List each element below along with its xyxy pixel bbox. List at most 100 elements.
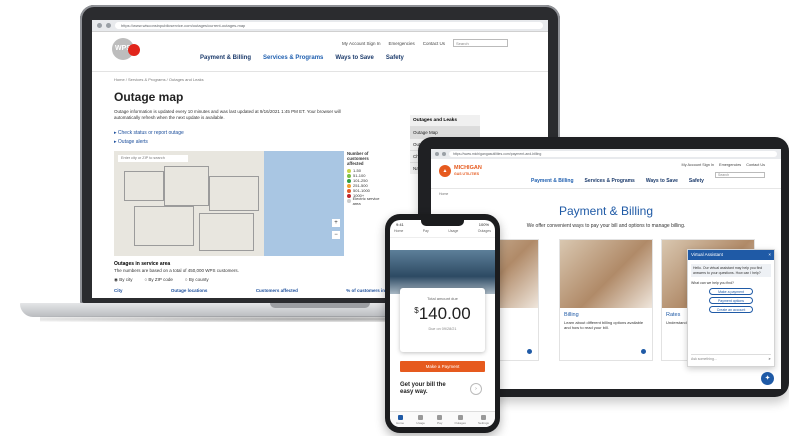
back-icon[interactable]: [435, 152, 439, 156]
nav-payment-billing[interactable]: Payment & Billing: [200, 55, 251, 61]
tablet-utility-nav: My Account Sign In Emergencies Contact U…: [682, 163, 765, 167]
arrow-icon[interactable]: ›: [470, 383, 482, 395]
page-title: Outage map: [114, 90, 184, 104]
radio-by-zip[interactable]: ○ By ZIP code: [144, 277, 172, 283]
bottom-nav-settings[interactable]: Settings: [478, 415, 489, 427]
col-outage-locations[interactable]: Outage locations: [171, 288, 208, 293]
card-image: [560, 240, 652, 308]
map-county: [134, 206, 194, 246]
account-link[interactable]: My Account Sign In: [682, 163, 715, 167]
map-county: [199, 213, 254, 251]
nav-services-programs[interactable]: Services & Programs: [263, 55, 323, 61]
contact-link[interactable]: Contact Us: [746, 163, 765, 167]
bottom-nav-label: Usage: [416, 421, 425, 425]
map-county: [124, 171, 164, 201]
address-bar[interactable]: https://www.wisconsinpublicservice.com/o…: [115, 22, 543, 29]
card-billing[interactable]: Billing Learn about different billing op…: [559, 239, 653, 361]
logo-line-2: GAS UTILITIES: [454, 172, 480, 176]
nav-payment-billing[interactable]: Payment & Billing: [531, 178, 574, 184]
radio-by-city[interactable]: ◉ By city: [114, 277, 132, 283]
card-description: Learn about different billing options av…: [564, 320, 644, 330]
close-icon[interactable]: ×: [768, 250, 771, 260]
chat-option-payment-options[interactable]: Payment options: [709, 297, 753, 304]
device-showcase: https://www.wisconsinpublicservice.com/o…: [0, 0, 789, 436]
make-payment-button[interactable]: Make a Payment: [400, 361, 485, 372]
chat-question: What can we help you find?: [691, 281, 734, 285]
nav-services-programs[interactable]: Services & Programs: [585, 178, 635, 184]
map-search-input[interactable]: Enter city or ZIP to search: [118, 155, 188, 162]
bill-promo-line-1: Get your bill the: [400, 382, 446, 388]
bottom-nav-pay[interactable]: Pay: [437, 415, 442, 427]
chat-option-make-payment[interactable]: Make a payment: [709, 288, 753, 295]
laptop-notch: [270, 303, 370, 308]
chat-bubble-icon[interactable]: ✦: [761, 372, 774, 385]
phone-screen: 9:41 100% Home Pay Usage Outages Total a…: [390, 220, 495, 427]
contact-link[interactable]: Contact Us: [423, 41, 445, 46]
breadcrumb[interactable]: Home: [439, 192, 448, 196]
zoom-in-icon[interactable]: +: [332, 219, 340, 227]
chat-input[interactable]: Ask something... ➤: [691, 354, 771, 362]
outage-map[interactable]: Enter city or ZIP to search + −: [114, 151, 344, 256]
amount-due: $140.00: [400, 304, 485, 324]
tab-pay[interactable]: Pay: [423, 229, 429, 237]
legend-swatch: [347, 193, 351, 198]
bolt-icon: [457, 415, 463, 420]
forward-icon[interactable]: [106, 23, 111, 28]
service-area-description: The numbers are based on a total of 450,…: [114, 268, 239, 273]
tab-usage[interactable]: Usage: [448, 229, 458, 237]
bottom-nav-usage[interactable]: Usage: [416, 415, 425, 427]
emergencies-link[interactable]: Emergencies: [719, 163, 741, 167]
outage-alerts-link[interactable]: Outage alerts: [118, 139, 148, 145]
bottom-nav-home[interactable]: Home: [396, 415, 404, 427]
side-menu-heading: Outages and Leaks: [413, 118, 457, 123]
card-title: Billing: [564, 312, 579, 318]
laptop-browser-bar: https://www.wisconsinpublicservice.com/o…: [92, 20, 548, 32]
zoom-out-icon[interactable]: −: [332, 231, 340, 239]
map-county: [164, 166, 209, 206]
michigan-gas-logo[interactable]: ▲ MICHIGAN GAS UTILITIES: [439, 165, 482, 177]
radio-by-county[interactable]: ○ By county: [185, 277, 209, 283]
card-arrow-icon[interactable]: [641, 349, 646, 354]
bottom-nav: Home Usage Pay Outages Settings: [390, 411, 495, 427]
legend-title: Number of customers affected: [347, 151, 369, 166]
col-customers-affected[interactable]: Customers affected: [256, 288, 298, 293]
nav-safety[interactable]: Safety: [689, 178, 704, 184]
breadcrumb[interactable]: Home / Services & Programs / Outages and…: [114, 77, 204, 82]
chart-icon: [418, 415, 424, 420]
bottom-nav-outages[interactable]: Outages: [455, 415, 466, 427]
chat-greeting: Hello. Our virtual assistant may help yo…: [691, 264, 771, 277]
amount-due-card: Total amount due $140.00 Due on 09/28/21: [400, 288, 485, 352]
nav-ways-to-save[interactable]: Ways to Save: [335, 55, 373, 61]
wps-logo[interactable]: WPS: [112, 38, 140, 60]
bottom-nav-label: Home: [396, 421, 405, 425]
emergencies-link[interactable]: Emergencies: [388, 41, 414, 46]
main-nav: Payment & Billing Services & Programs Wa…: [200, 55, 404, 61]
search-input[interactable]: Search: [453, 39, 508, 47]
virtual-assistant-panel: Virtual Assistant × Hello. Our virtual a…: [687, 249, 775, 367]
status-battery: 100%: [478, 222, 489, 227]
page-description: Outage information is updated every 10 m…: [114, 109, 341, 120]
nav-ways-to-save[interactable]: Ways to Save: [646, 178, 678, 184]
card-arrow-icon[interactable]: [527, 349, 532, 354]
map-legend: Number of customers affected 1-50 51-100…: [347, 151, 385, 206]
back-icon[interactable]: [97, 23, 102, 28]
check-status-link[interactable]: Check status or report outage: [118, 130, 184, 136]
address-bar[interactable]: https://www.michigangasutilities.com/pay…: [449, 151, 777, 157]
account-link[interactable]: My Account Sign In: [342, 41, 381, 46]
bottom-nav-label: Outages: [454, 421, 466, 425]
nav-safety[interactable]: Safety: [386, 55, 404, 61]
bottom-nav-label: Pay: [437, 421, 443, 425]
search-input[interactable]: Search: [715, 172, 765, 178]
col-city[interactable]: City: [114, 288, 123, 293]
radio-label: By city: [119, 277, 133, 282]
tab-home[interactable]: Home: [394, 229, 403, 237]
legend-swatch: [347, 178, 351, 183]
forward-icon[interactable]: [442, 152, 446, 156]
tab-outages[interactable]: Outages: [478, 229, 491, 237]
send-icon[interactable]: ➤: [768, 355, 771, 363]
tablet-main-nav: Payment & Billing Services & Programs Wa…: [531, 178, 704, 184]
logo-line-1: MICHIGAN: [454, 165, 482, 171]
legend-swatch: [347, 183, 351, 188]
chat-option-create-account[interactable]: Create an account: [709, 306, 753, 313]
bill-promo-line-2: easy way.: [400, 389, 428, 395]
